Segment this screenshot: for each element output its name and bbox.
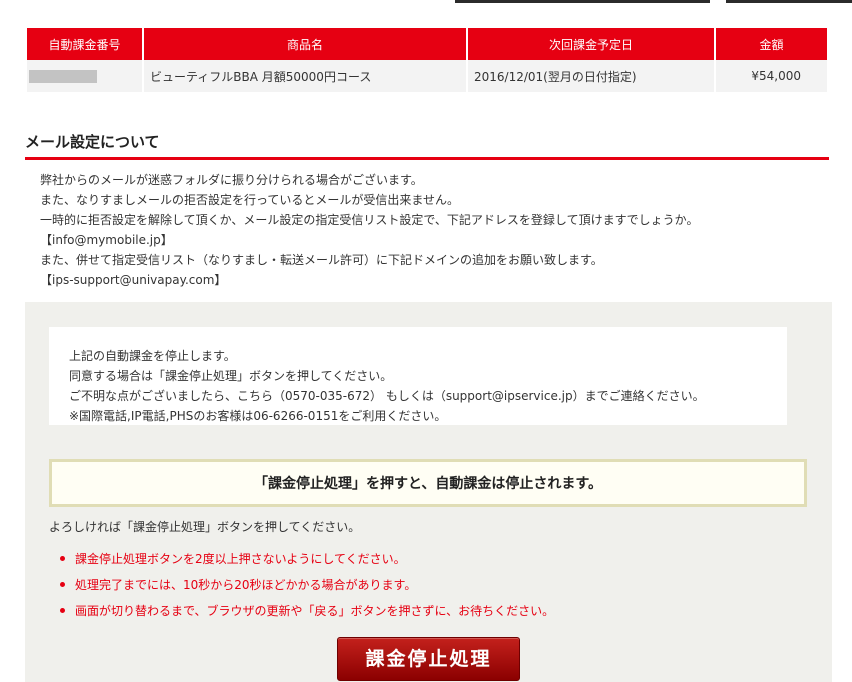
mail-line: 一時的に拒否設定を解除して頂くか、メール設定の指定受信リスト設定で、下記アドレス… — [40, 213, 699, 227]
col-product-name: 商品名 — [144, 28, 466, 60]
warning-text: 「課金停止処理」を押すと、自動課金は停止されます。 — [253, 476, 603, 492]
bullet-icon — [60, 582, 65, 587]
product-name-cell: ビューティフルBBA 月額50000円コース — [144, 60, 466, 92]
mail-settings-heading: メール設定について — [25, 131, 829, 160]
support-domain: 【ips-support@univapay.com】 — [40, 273, 227, 287]
notice-line: 上記の自動課金を停止します。 — [69, 349, 236, 363]
amount-cell: ¥54,000 — [716, 60, 827, 92]
col-subscription-number: 自動課金番号 — [27, 28, 142, 60]
bullet-icon — [60, 556, 65, 561]
info-address: 【info@mymobile.jp】 — [40, 233, 173, 247]
confirm-prompt: よろしければ「課金停止処理」ボタンを押してください。 — [49, 520, 361, 534]
caution-text: 処理完了までには、10秒から20秒ほどかかる場合があります。 — [75, 578, 417, 592]
redacted-block — [29, 70, 97, 83]
tab-indicator[interactable] — [455, 0, 710, 3]
international-line: ※国際電話,IP電話,PHSのお客様は06-6266-0151をご利用ください。 — [69, 409, 447, 423]
col-amount: 金額 — [716, 28, 827, 60]
subscription-number-masked — [27, 60, 142, 92]
list-item: 画面が切り替わるまで、ブラウザの更新や「戻る」ボタンを押さずに、お待ちください。 — [60, 602, 554, 628]
contact-line: ご不明な点がございましたら、こちら（0570-035-672） もしくは（sup… — [69, 389, 705, 403]
mail-settings-text: 弊社からのメールが迷惑フォルダに振り分けられる場合がございます。 また、なりすま… — [40, 170, 698, 290]
stop-billing-button[interactable]: 課金停止処理 — [337, 637, 520, 681]
mail-line: また、なりすましメールの拒否設定を行っているとメールが受信出来ません。 — [40, 193, 460, 207]
top-tab-bar — [0, 0, 852, 4]
subscription-table: 自動課金番号 商品名 次回課金予定日 金額 ビューティフルBBA 月額50000… — [25, 28, 829, 92]
cancel-notice-box: 上記の自動課金を停止します。 同意する場合は「課金停止処理」ボタンを押してくださ… — [49, 327, 787, 425]
notice-line: 同意する場合は「課金停止処理」ボタンを押してください。 — [69, 369, 393, 383]
caution-list: 課金停止処理ボタンを2度以上押さないようにしてください。 処理完了までには、10… — [60, 550, 554, 628]
warning-box: 「課金停止処理」を押すと、自動課金は停止されます。 — [49, 459, 807, 507]
cancel-panel: 上記の自動課金を停止します。 同意する場合は「課金停止処理」ボタンを押してくださ… — [25, 302, 832, 682]
bullet-icon — [60, 608, 65, 613]
col-next-billing-date: 次回課金予定日 — [468, 28, 714, 60]
list-item: 課金停止処理ボタンを2度以上押さないようにしてください。 — [60, 550, 554, 576]
table-row: ビューティフルBBA 月額50000円コース 2016/12/01(翌月の日付指… — [27, 60, 827, 92]
mail-line: また、併せて指定受信リスト（なりすまし・転送メール許可）に下記ドメインの追加をお… — [40, 253, 603, 267]
table-header-row: 自動課金番号 商品名 次回課金予定日 金額 — [27, 28, 827, 60]
next-billing-date-cell: 2016/12/01(翌月の日付指定) — [468, 60, 714, 92]
tab-indicator[interactable] — [726, 0, 852, 3]
caution-text: 画面が切り替わるまで、ブラウザの更新や「戻る」ボタンを押さずに、お待ちください。 — [75, 604, 555, 618]
caution-text: 課金停止処理ボタンを2度以上押さないようにしてください。 — [75, 552, 406, 566]
mail-line: 弊社からのメールが迷惑フォルダに振り分けられる場合がございます。 — [40, 173, 423, 187]
list-item: 処理完了までには、10秒から20秒ほどかかる場合があります。 — [60, 576, 554, 602]
